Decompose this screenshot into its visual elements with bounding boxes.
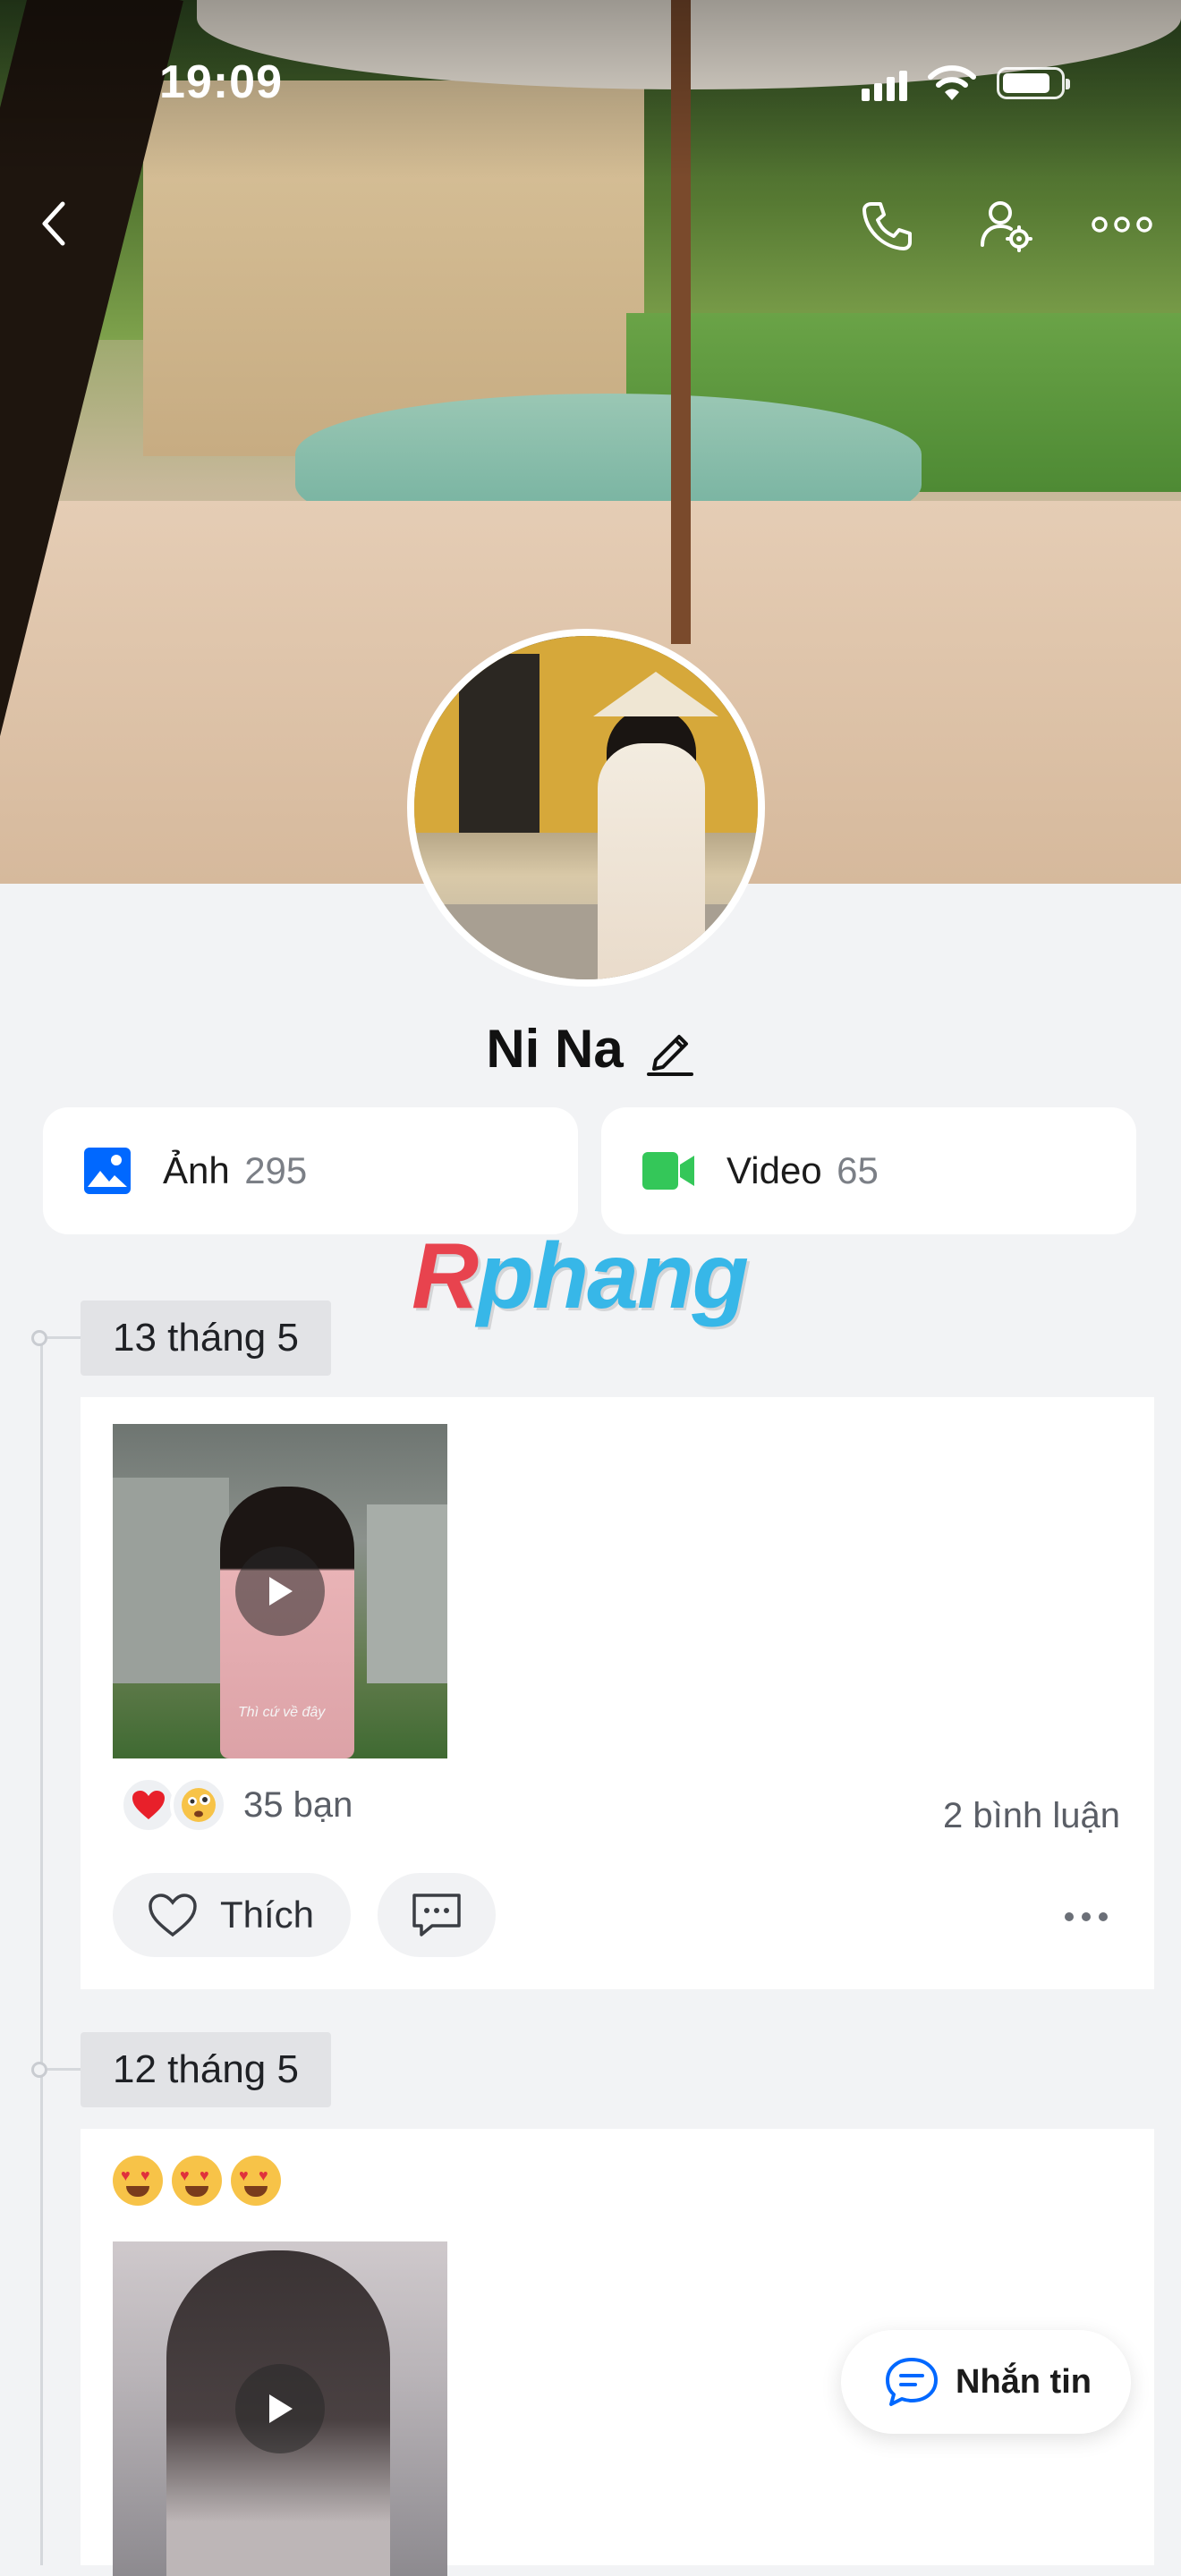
status-icons — [862, 64, 1070, 102]
like-label: Thích — [220, 1894, 315, 1936]
dot — [1082, 1912, 1091, 1921]
reaction-count: 35 bạn — [243, 1784, 353, 1825]
thumbnail-caption: Thì cứ về đây — [238, 1705, 326, 1720]
comments-count[interactable]: 2 bình luận — [943, 1796, 1120, 1836]
timeline-dot — [31, 2062, 47, 2078]
post-text: 😍😍😍 ♥♥ ♥♥ ♥♥ — [113, 2156, 281, 2206]
wifi-icon — [928, 65, 976, 100]
photos-card[interactable]: Ảnh 295 — [43, 1107, 578, 1234]
thumbnail-stone-pillar — [367, 1504, 447, 1683]
video-thumbnail[interactable]: Thì cứ về đây — [113, 1424, 447, 1758]
message-button[interactable]: Nhắn tin — [841, 2330, 1131, 2434]
thumbnail-stone-wall — [113, 1478, 229, 1683]
heart-eyes-emoji-icon: ♥ ♥ — [231, 2156, 281, 2206]
user-settings-icon — [981, 201, 1032, 252]
heart-eyes-emoji-icon: ♥ ♥ — [172, 2156, 222, 2206]
timeline-tick — [47, 2068, 81, 2071]
videos-count: 65 — [837, 1149, 879, 1191]
profile-settings-button[interactable] — [975, 195, 1038, 258]
like-button[interactable]: Thích — [113, 1873, 351, 1957]
timeline-tick — [47, 1336, 81, 1339]
dot — [1099, 1912, 1108, 1921]
heart-outline-icon — [149, 1894, 197, 1937]
timeline-line — [40, 1337, 43, 2565]
videos-label: Video — [726, 1149, 822, 1191]
play-button[interactable] — [235, 1546, 325, 1636]
photo-icon — [84, 1148, 131, 1194]
timeline-dot — [31, 1330, 47, 1346]
chevron-left-icon — [42, 201, 65, 246]
reaction-summary[interactable]: 35 bạn — [120, 1776, 353, 1834]
more-horizontal-icon — [1092, 216, 1152, 233]
call-button[interactable] — [857, 197, 916, 256]
edit-pencil-icon[interactable] — [645, 1022, 695, 1076]
avatar-hat — [593, 672, 718, 716]
cellular-signal-icon — [862, 65, 907, 101]
comment-button[interactable] — [378, 1873, 496, 1957]
flushed-face-reaction-icon — [170, 1776, 227, 1834]
heart-reaction-icon — [120, 1776, 177, 1834]
comment-bubble-icon — [412, 1894, 461, 1936]
phone-icon — [862, 202, 912, 250]
play-icon — [269, 2394, 293, 2423]
more-options-button[interactable] — [1090, 202, 1154, 247]
avatar[interactable] — [407, 629, 765, 987]
post-more-button[interactable] — [1056, 1903, 1117, 1930]
heart-eyes-emoji-icon: ♥ ♥ — [113, 2156, 163, 2206]
watermark-logo: Rphang — [412, 1224, 749, 1328]
post-text-value: 😍😍😍 — [113, 2156, 114, 2157]
battery-icon — [997, 67, 1070, 99]
profile-name-row: Ni Na — [0, 1018, 1181, 1080]
date-chip: 12 tháng 5 — [81, 2032, 331, 2107]
avatar-ground — [414, 904, 758, 979]
chat-bubble-icon — [886, 2358, 938, 2406]
video-camera-icon — [642, 1152, 694, 1190]
dot — [1065, 1912, 1074, 1921]
videos-card[interactable]: Video 65 — [601, 1107, 1136, 1234]
date-chip: 13 tháng 5 — [81, 1301, 331, 1376]
video-thumbnail[interactable] — [113, 2241, 447, 2576]
play-icon — [269, 1577, 293, 1606]
back-button[interactable] — [27, 197, 81, 250]
avatar-door — [459, 654, 540, 833]
status-time: 19:09 — [159, 56, 283, 108]
photos-label: Ảnh — [163, 1149, 230, 1191]
play-button[interactable] — [235, 2364, 325, 2453]
message-label: Nhắn tin — [956, 2362, 1092, 2401]
profile-name: Ni Na — [486, 1019, 624, 1079]
post-card: Thì cứ về đây 35 bạn 2 bình luận Thích — [81, 1397, 1154, 1989]
photos-count: 295 — [244, 1149, 308, 1191]
avatar-dress — [598, 743, 705, 979]
